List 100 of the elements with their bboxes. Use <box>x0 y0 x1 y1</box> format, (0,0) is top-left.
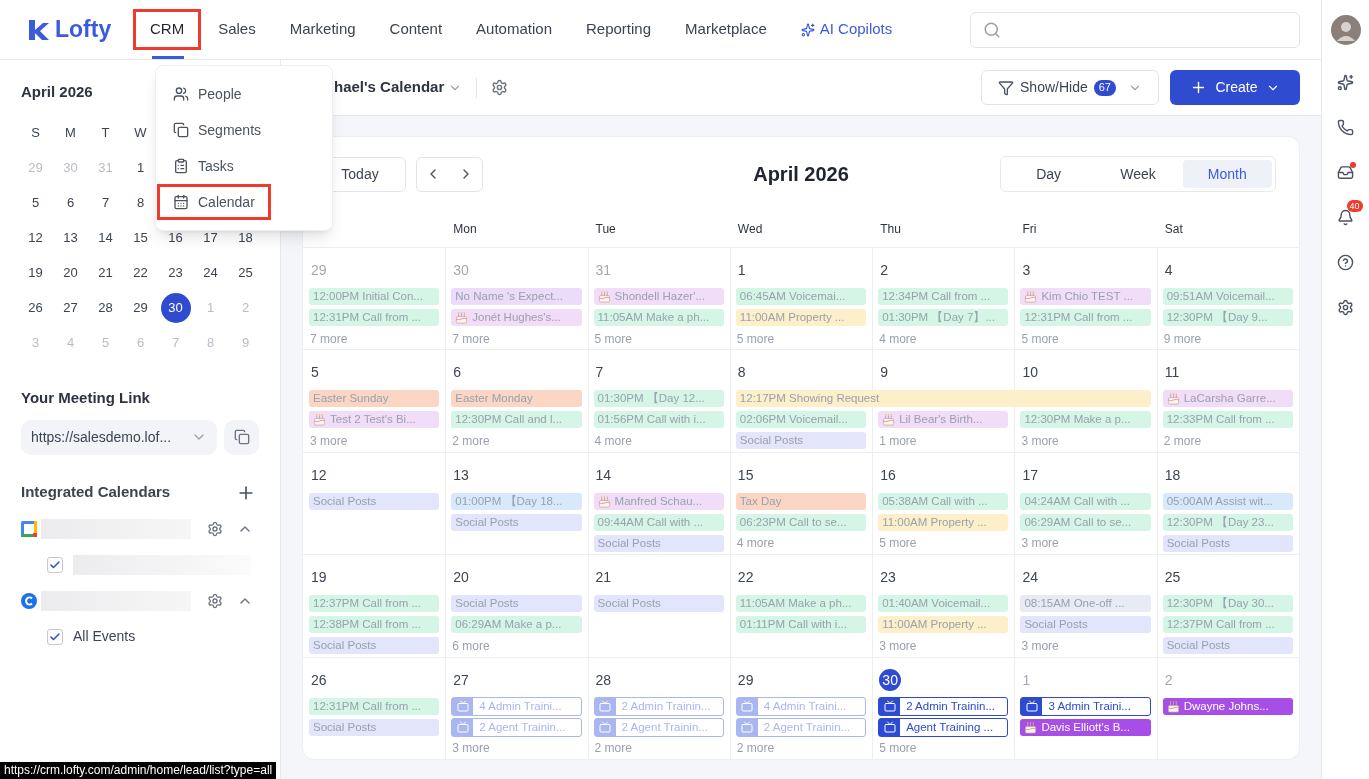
calendar-event[interactable]: 01:56PM Call with i... <box>593 411 724 429</box>
mini-calendar-day[interactable]: 3 <box>20 327 51 358</box>
mini-calendar-day[interactable]: 6 <box>55 187 86 218</box>
calendar-event[interactable]: 11:00AM Property ... <box>878 513 1009 531</box>
mini-calendar-day[interactable]: 8 <box>195 327 226 358</box>
more-link[interactable]: 7 more <box>310 329 348 348</box>
more-link[interactable]: 3 more <box>310 431 348 450</box>
view-tab[interactable]: Week <box>1093 160 1183 188</box>
calendar-event[interactable]: 2 Agent Trainin... <box>451 717 582 737</box>
calendar-event[interactable]: Kim Chio TEST ... <box>1020 288 1151 305</box>
copy-button[interactable] <box>224 419 259 455</box>
calendar-event[interactable]: 01:40AM Voicemail... <box>878 595 1009 613</box>
create-button[interactable]: Create <box>1170 70 1300 105</box>
calendar-event[interactable]: 08:15AM One-off ... <box>1020 595 1151 613</box>
more-link[interactable]: 2 more <box>594 739 632 758</box>
calendar-event[interactable]: 01:30PM 【Day 12... <box>593 390 724 408</box>
calendar-event[interactable]: 12:33PM Call from ... <box>1162 411 1293 429</box>
more-link[interactable]: 3 more <box>1021 636 1059 655</box>
calendar-event[interactable]: Social Posts <box>309 492 440 510</box>
mini-calendar-day[interactable]: 20 <box>55 257 86 288</box>
mini-calendar-day[interactable]: 13 <box>55 222 86 253</box>
mini-calendar-day[interactable]: 17 <box>195 222 226 253</box>
mini-calendar-day[interactable]: 7 <box>90 187 121 218</box>
calendar-event[interactable]: Social Posts <box>451 595 582 613</box>
calendar-event[interactable]: Agent Training ... <box>878 717 1009 737</box>
mini-calendar-day[interactable]: 9 <box>230 327 261 358</box>
mini-calendar-day[interactable]: 30 <box>160 292 191 323</box>
calendar-event[interactable]: 12:30PM Call and l... <box>451 411 582 429</box>
calendar-event[interactable]: Tax Day <box>735 492 867 510</box>
mini-calendar-day[interactable]: 30 <box>55 152 86 183</box>
mini-calendar-day[interactable]: 2 <box>230 292 261 323</box>
mini-calendar-day[interactable]: 28 <box>90 292 121 323</box>
calendar-event[interactable]: 12:30PM 【Day 30... <box>1162 595 1293 613</box>
calendar-event[interactable]: 11:05AM Make a ph... <box>593 309 724 326</box>
nav-tab[interactable]: Automation <box>459 9 569 50</box>
mini-calendar-day[interactable]: 5 <box>90 327 121 358</box>
more-link[interactable]: 7 more <box>452 329 490 348</box>
calendar-event[interactable]: Social Posts <box>593 595 724 613</box>
calendar-event[interactable]: Social Posts <box>309 718 440 736</box>
notifications-button[interactable]: 40 <box>1330 195 1361 240</box>
mini-calendar-day[interactable]: 29 <box>20 152 51 183</box>
mini-calendar-day[interactable]: 26 <box>20 292 51 323</box>
calendar-event[interactable]: Lil Bear's Birth... <box>878 411 1009 429</box>
calendar-event[interactable]: 01:11PM Call with i... <box>735 616 867 634</box>
calendar-event[interactable]: 01:30PM 【Day 7】... <box>878 309 1009 326</box>
more-link[interactable]: 5 more <box>736 329 775 348</box>
calendar-event[interactable]: Easter Sunday <box>309 390 440 408</box>
calendar-event[interactable]: 01:00PM 【Day 18... <box>451 492 582 510</box>
calendar-event[interactable]: 04:24AM Call with ... <box>1020 492 1151 510</box>
calendar-event[interactable]: 12:34PM Call from ... <box>878 288 1009 305</box>
more-link[interactable]: 3 more <box>1021 534 1059 553</box>
more-link[interactable]: 2 more <box>736 739 775 758</box>
calendar-event[interactable]: Manfred Schau... <box>593 492 724 510</box>
calendar-event[interactable]: Social Posts <box>309 637 440 655</box>
calendar-event[interactable]: 06:23PM Call to se... <box>735 513 867 531</box>
calendar-event[interactable]: 12:30PM 【Day 9... <box>1162 309 1293 326</box>
menu-item[interactable]: Segments <box>157 112 278 148</box>
calendar-event[interactable]: Jonét Hughes's... <box>451 309 582 326</box>
calendar-event[interactable]: 3 Admin Traini... <box>1020 696 1151 716</box>
mini-calendar-day[interactable]: 22 <box>125 257 156 288</box>
mini-calendar-day[interactable]: 4 <box>55 327 86 358</box>
calendar-event[interactable]: Test 2 Test's Bi... <box>309 411 440 429</box>
calendar-event[interactable]: 05:38AM Call with ... <box>878 492 1009 510</box>
calendar-event[interactable]: Social Posts <box>1162 534 1293 552</box>
checkbox[interactable] <box>47 628 63 645</box>
more-link[interactable]: 6 more <box>452 636 490 655</box>
calendar-event[interactable]: Social Posts <box>1162 637 1293 655</box>
mini-calendar-day[interactable]: 25 <box>230 257 261 288</box>
calendar-event[interactable]: 12:30PM 【Day 23... <box>1162 513 1293 531</box>
calendar-selector[interactable]: hael's Calendar <box>334 76 463 99</box>
more-link[interactable]: 5 more <box>879 534 917 553</box>
more-link[interactable]: 4 more <box>594 431 632 450</box>
mini-calendar-day[interactable]: 16 <box>160 222 191 253</box>
calendar-event[interactable]: 4 Admin Traini... <box>735 696 867 716</box>
nav-tab[interactable]: Marketplace <box>668 9 784 50</box>
menu-item[interactable]: Calendar <box>157 184 271 220</box>
more-link[interactable]: 5 more <box>1021 329 1059 348</box>
calendar-event[interactable]: Social Posts <box>593 534 724 552</box>
mini-calendar-day[interactable]: 6 <box>125 327 156 358</box>
calendar-event[interactable]: 4 Admin Traini... <box>451 696 582 716</box>
more-link[interactable]: 3 more <box>879 636 917 655</box>
calendar-event[interactable]: 11:00AM Property ... <box>878 616 1009 634</box>
more-link[interactable]: 2 more <box>1163 431 1202 450</box>
nav-tab[interactable]: Marketing <box>272 9 373 50</box>
mini-calendar-day[interactable]: 12 <box>20 222 51 253</box>
more-link[interactable]: 1 more <box>879 431 917 450</box>
calendar-event[interactable]: 2 Agent Trainin... <box>735 717 867 737</box>
more-link[interactable]: 3 more <box>1021 431 1059 450</box>
mini-calendar-day[interactable]: 14 <box>90 222 121 253</box>
nav-tab[interactable]: CRM <box>133 9 202 50</box>
calendar-event[interactable]: Social Posts <box>1020 616 1151 634</box>
calendar-event[interactable]: 12:37PM Call from ... <box>309 595 440 613</box>
mini-calendar-day[interactable]: 19 <box>20 257 51 288</box>
calendar-event[interactable]: 2 Admin Trainin... <box>593 696 724 716</box>
more-link[interactable]: 4 more <box>879 329 917 348</box>
nav-tab[interactable]: Reporting <box>569 9 669 50</box>
calendar-event[interactable]: 2 Admin Trainin... <box>878 696 1009 716</box>
mini-calendar-day[interactable]: 5 <box>20 187 51 218</box>
mini-calendar-day[interactable]: 8 <box>125 187 156 218</box>
nav-tab[interactable]: AI Copilots <box>783 9 910 50</box>
